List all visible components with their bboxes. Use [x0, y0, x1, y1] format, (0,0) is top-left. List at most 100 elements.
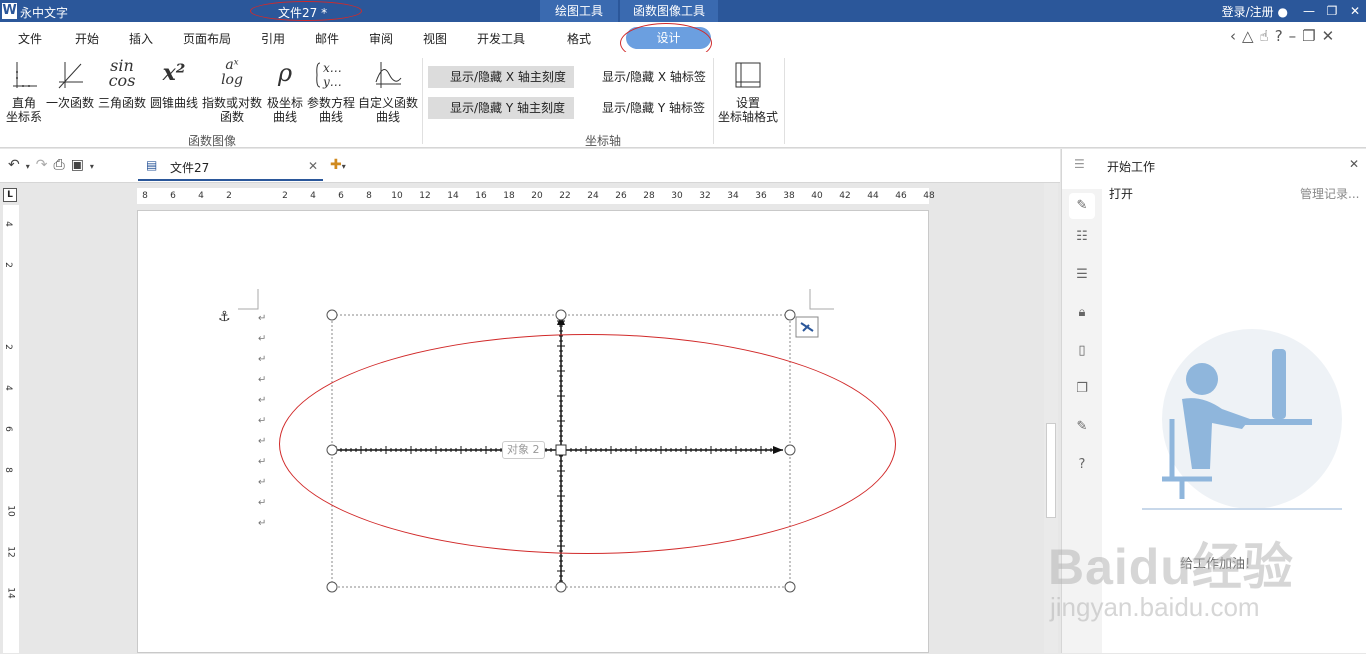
rect-coord-icon: [13, 62, 37, 88]
ruler-tick-label: 8: [142, 191, 148, 201]
restore-doc-icon[interactable]: ❐: [1302, 27, 1321, 45]
new-tab-icon[interactable]: ✚▾: [330, 157, 346, 173]
group-label-axis: 坐标轴: [585, 134, 622, 148]
save-icon[interactable]: ▣: [71, 157, 90, 173]
axis-format-label: 设置 坐标轴格式: [717, 96, 778, 124]
ruler-tick-label: 4: [2, 385, 13, 391]
login-label: 登录/注册: [1221, 5, 1274, 19]
redo-icon[interactable]: ↷: [36, 157, 54, 173]
menu-references[interactable]: 引用: [261, 30, 285, 47]
minimize-doc-icon[interactable]: –: [1289, 27, 1303, 45]
ruler-tick-label: 10: [391, 191, 403, 201]
menu-layout[interactable]: 页面布局: [183, 30, 231, 47]
ruler-tick-label: 4: [198, 191, 204, 201]
scrollbar-thumb[interactable]: [1046, 423, 1056, 518]
conic-curve-button[interactable]: x² 圆锥曲线: [149, 58, 199, 110]
menu-view[interactable]: 视图: [423, 30, 447, 47]
more-icon[interactable]: ▾: [90, 162, 100, 171]
paragraph-mark: ↵: [258, 416, 266, 427]
structure-icon[interactable]: ☰: [1074, 267, 1090, 283]
resize-handle: [784, 581, 796, 593]
ruler-tick-label: 12: [419, 191, 431, 201]
menu-insert[interactable]: 插入: [129, 30, 153, 47]
paragraph-mark: ↵: [258, 498, 266, 509]
pane-close-icon[interactable]: ✕: [1349, 157, 1359, 171]
horizontal-ruler[interactable]: 8 6 4 2 2 4 6 8 10 12 14 16 18 20 22 24 26 28 30 32 34 36 38 40…: [137, 188, 935, 204]
toggle-x-major-ticks-button[interactable]: 显示/隐藏 X 轴主刻度: [428, 66, 574, 88]
highlight-annotation: [250, 1, 362, 21]
login-link[interactable]: 登录/注册 ●: [1222, 3, 1288, 20]
help-icon[interactable]: ?: [1275, 27, 1289, 45]
resize-handle: [555, 309, 567, 321]
trig-function-button[interactable]: sin cos 三角函数: [97, 58, 147, 111]
rect-coord-button[interactable]: 直角 坐标系: [4, 58, 44, 124]
conic-curve-label: 圆锥曲线: [149, 96, 198, 110]
ruler-tick-label: 16: [475, 191, 487, 201]
restore-button[interactable]: ❐: [1323, 2, 1341, 20]
vertical-ruler[interactable]: 4 2 2 4 6 8 10 12 14: [3, 205, 19, 653]
drag-handle-icon[interactable]: ☰: [1074, 157, 1085, 171]
anchor-icon: ⚓: [218, 309, 231, 325]
ribbon: 直角 坐标系 一次函数 sin cos 三角函数 x² 圆锥曲线 aˣ log …: [0, 52, 1366, 148]
undo-dropdown-icon[interactable]: ▾: [26, 162, 36, 171]
resize-handle: [784, 309, 796, 321]
paragraph-marks: ↵ ↵ ↵ ↵ ↵ ↵ ↵ ↵ ↵ ↵ ↵: [258, 313, 266, 529]
param-icon: x…y…: [316, 61, 342, 89]
clip-icon[interactable]: ▯: [1074, 343, 1090, 359]
margin-corner-right: [809, 289, 834, 310]
app-logo-icon: W: [2, 3, 17, 19]
custom-curve-button[interactable]: 自定义函数 曲线: [357, 58, 419, 124]
ruler-tick-label: 6: [2, 426, 13, 432]
minimize-button[interactable]: —: [1300, 2, 1318, 20]
lock-icon[interactable]: 🔒︎: [1074, 305, 1090, 321]
title-bar: W 永中文字 文件27 * 绘图工具 函数图像工具 登录/注册 ● — ❐ ✕: [0, 0, 1366, 22]
document-tab[interactable]: ▤ 文件27 ✕: [138, 151, 323, 181]
back-icon[interactable]: ‹: [1230, 27, 1242, 45]
menu-developer[interactable]: 开发工具: [477, 30, 525, 47]
print-preview-icon[interactable]: ⎙: [53, 157, 70, 173]
exp-log-button[interactable]: aˣ log 指数或对数 函数: [200, 58, 264, 125]
menu-review[interactable]: 审阅: [369, 30, 393, 47]
toggle-y-axis-label-button[interactable]: 显示/隐藏 Y 轴标签: [580, 97, 710, 119]
manage-records-link[interactable]: 管理记录...: [1300, 185, 1359, 202]
ruler-tick-label: 26: [615, 191, 627, 201]
polar-curve-button[interactable]: ρ 极坐标 曲线: [265, 58, 305, 124]
copy-icon[interactable]: ❐: [1074, 381, 1090, 397]
ruler-corner-tab-icon[interactable]: L: [3, 188, 17, 202]
paragraph-mark: ↵: [258, 436, 266, 447]
axis-format-button[interactable]: 设置 坐标轴格式: [716, 58, 780, 124]
paragraph-mark: ↵: [258, 477, 266, 488]
doc-icon: ▤: [146, 158, 158, 172]
toggle-y-ticks-label: 显示/隐藏 Y 轴主刻度: [450, 101, 566, 115]
rect-coord-label: 直角 坐标系: [5, 96, 42, 124]
context-tab-drawing-tools[interactable]: 绘图工具: [540, 0, 618, 22]
menu-mailings[interactable]: 邮件: [315, 30, 339, 47]
edit-icon[interactable]: ✎: [1074, 419, 1090, 435]
menu-home[interactable]: 开始: [75, 30, 99, 47]
menu-file[interactable]: 文件: [18, 30, 42, 47]
ruler-tick-label: 10: [5, 505, 16, 517]
undo-icon[interactable]: ↶: [8, 157, 26, 173]
ruler-tick-label: 6: [170, 191, 176, 201]
polar-curve-label: 极坐标 曲线: [266, 96, 303, 124]
linear-function-button[interactable]: 一次函数: [45, 58, 95, 110]
paragraph-mark: ↵: [258, 334, 266, 345]
close-tab-icon[interactable]: ✕: [308, 159, 318, 173]
ruler-tick-label: 28: [643, 191, 655, 201]
close-button[interactable]: ✕: [1346, 2, 1364, 20]
paragraph-mark: ↵: [258, 375, 266, 386]
help-circle-icon[interactable]: ?: [1074, 457, 1090, 473]
toggle-y-major-ticks-button[interactable]: 显示/隐藏 Y 轴主刻度: [428, 97, 574, 119]
context-tab-function-tools[interactable]: 函数图像工具: [620, 0, 718, 22]
collapse-icon[interactable]: △: [1242, 27, 1260, 45]
menu-format[interactable]: 格式: [567, 30, 591, 47]
ribbon-separator: [784, 58, 785, 144]
param-curve-button[interactable]: x… y… 参数方程 曲线: [306, 58, 356, 124]
open-link[interactable]: 打开: [1109, 185, 1133, 202]
pen-icon[interactable]: ✎: [1069, 193, 1095, 219]
close-doc-icon[interactable]: ✕: [1322, 27, 1341, 45]
hand-icon[interactable]: ☝: [1260, 27, 1275, 45]
baidu-watermark: Baidu经验: [1048, 539, 1294, 595]
settings-sliders-icon[interactable]: ☷: [1074, 229, 1090, 245]
toggle-x-axis-label-button[interactable]: 显示/隐藏 X 轴标签: [580, 66, 710, 88]
